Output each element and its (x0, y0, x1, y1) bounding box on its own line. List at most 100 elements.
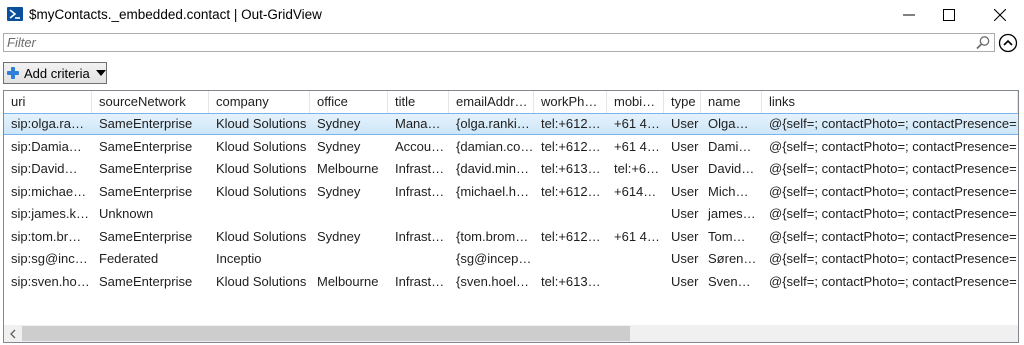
table-cell (607, 203, 664, 225)
table-cell: +61 4… (614, 228, 660, 244)
table-cell: james… (708, 206, 756, 221)
table-cell: SameEnterprise (99, 183, 193, 199)
table-cell (607, 271, 664, 293)
table-cell: Dami… (708, 138, 752, 154)
chevron-left-icon (9, 329, 15, 338)
column-header[interactable]: emailAddr… (449, 91, 534, 113)
plus-icon (7, 67, 19, 79)
minimize-icon (903, 14, 915, 16)
table-row[interactable]: sip:james.k… Unknown User james… @{self=; co… (4, 203, 1018, 225)
table-cell: Inceptio (216, 251, 262, 266)
table-cell (310, 248, 388, 270)
chevron-up-circle-icon[interactable] (998, 33, 1018, 53)
column-header[interactable]: office (310, 91, 388, 113)
table-cell: Infrast… (395, 161, 445, 176)
column-header[interactable]: sourceNetwork (92, 91, 209, 113)
table-cell (310, 203, 388, 225)
table-cell: Kloud Solutions (216, 228, 307, 244)
table-cell: User (671, 161, 699, 176)
table-cell: Kloud Solutions (216, 116, 307, 131)
table-cell: User (671, 183, 699, 199)
table-cell: SameEnterprise (99, 116, 193, 131)
table-cell: {david.min… (456, 161, 529, 176)
table-cell: David… (708, 161, 755, 176)
table-cell: Infrast… (395, 183, 445, 199)
table-cell: tel:+612… (541, 183, 601, 199)
table-row[interactable]: sip:David… SameEnterprise Kloud Solutions M… (4, 158, 1018, 180)
add-criteria-button[interactable]: Add criteria (3, 62, 107, 84)
table-cell: {damian.co… (456, 138, 534, 154)
column-header[interactable]: links (762, 91, 1018, 113)
table-cell (388, 248, 449, 270)
maximize-icon (943, 9, 955, 21)
table-cell: Kloud Solutions (216, 183, 307, 199)
table-cell (388, 203, 449, 225)
table-cell: tel:+612… (541, 116, 601, 131)
table-cell: sip:james.k… (11, 206, 90, 221)
column-header[interactable]: mobi… (607, 91, 664, 113)
scroll-left-button[interactable] (4, 325, 21, 342)
table-cell: tel:+6… (614, 161, 660, 176)
column-header[interactable]: name (701, 91, 762, 113)
table-cell: Infrast… (395, 228, 445, 244)
table-cell: @{self=; contactPhoto=; contactPresence=… (769, 206, 1018, 221)
close-button[interactable] (977, 0, 1023, 30)
column-header[interactable]: type (664, 91, 701, 113)
table-cell: @{self=; contactPhoto=; contactPresence=… (769, 251, 1018, 266)
column-header[interactable]: title (388, 91, 449, 113)
title-bar: $myContacts._embedded.contact | Out-Grid… (0, 0, 1024, 30)
table-cell: +61 4… (614, 116, 660, 131)
table-cell: Infrast… (395, 273, 445, 289)
horizontal-scrollbar[interactable] (4, 325, 1018, 342)
filter-box (3, 33, 995, 52)
table-cell: +614… (614, 183, 657, 199)
search-icon[interactable] (975, 35, 991, 51)
close-icon (994, 9, 1006, 21)
table-cell: @{self=; contactPhoto=; contactPresence=… (769, 273, 1018, 289)
table-cell: Kloud Solutions (216, 273, 307, 289)
table-row[interactable]: sip:Damia… SameEnterprise Kloud Solutions S… (4, 136, 1018, 158)
table-row[interactable]: sip:michae… SameEnterprise Kloud Solutions… (4, 181, 1018, 203)
table-cell: sip:David… (11, 161, 78, 176)
table-cell: @{self=; contactPhoto=; contactPresence=… (769, 228, 1018, 244)
table-cell: {tom.brom… (456, 228, 529, 244)
table-cell: Sydney (317, 116, 361, 131)
table-row[interactable]: sip:tom.br… SameEnterprise Kloud Solutions… (4, 226, 1018, 248)
table-row[interactable]: sip:sg@inc… Federated Inceptio {sg@incep… Us… (4, 248, 1018, 270)
table-cell: +61 4… (614, 138, 660, 154)
table-cell: Accou… (395, 138, 445, 154)
column-header[interactable]: workPh… (534, 91, 607, 113)
table-cell: @{self=; contactPhoto=; contactPresence=… (769, 116, 1018, 131)
table-cell: Søren… (708, 251, 757, 266)
table-cell (534, 203, 607, 225)
column-header-row: uri sourceNetwork company office title emailA… (4, 91, 1018, 114)
column-header[interactable]: company (209, 91, 310, 113)
table-cell: Unknown (99, 206, 154, 221)
filter-input[interactable] (7, 35, 967, 50)
table-cell: SameEnterprise (99, 138, 193, 154)
table-cell: Sydney (317, 138, 361, 154)
table-row[interactable]: sip:olga.ra… SameEnterprise Kloud Solution… (4, 113, 1018, 135)
dropdown-arrow-icon (95, 70, 106, 76)
table-cell: tel:+613… (541, 161, 601, 176)
maximize-button[interactable] (926, 0, 972, 30)
table-cell: Mana… (395, 116, 441, 131)
table-cell: sip:sg@inc… (11, 251, 88, 266)
table-cell: User (671, 251, 699, 266)
table-cell: Tom… (708, 228, 746, 244)
column-header[interactable]: uri (4, 91, 92, 113)
table-cell: Mich… (708, 183, 749, 199)
table-cell: {olga.ranki… (456, 116, 530, 131)
table-cell: Olga… (708, 116, 749, 131)
table-cell: User (671, 116, 699, 131)
table-cell (534, 248, 607, 270)
add-criteria-label: Add criteria (24, 65, 90, 81)
table-cell: Melbourne (317, 161, 379, 176)
table-cell: Sven… (708, 273, 751, 289)
scroll-thumb[interactable] (22, 326, 630, 341)
table-cell: sip:Damia… (11, 138, 82, 154)
table-cell (607, 248, 664, 270)
table-row[interactable]: sip:sven.ho… SameEnterprise Kloud Solution… (4, 271, 1018, 293)
table-cell (209, 203, 310, 225)
table-cell (449, 203, 534, 225)
